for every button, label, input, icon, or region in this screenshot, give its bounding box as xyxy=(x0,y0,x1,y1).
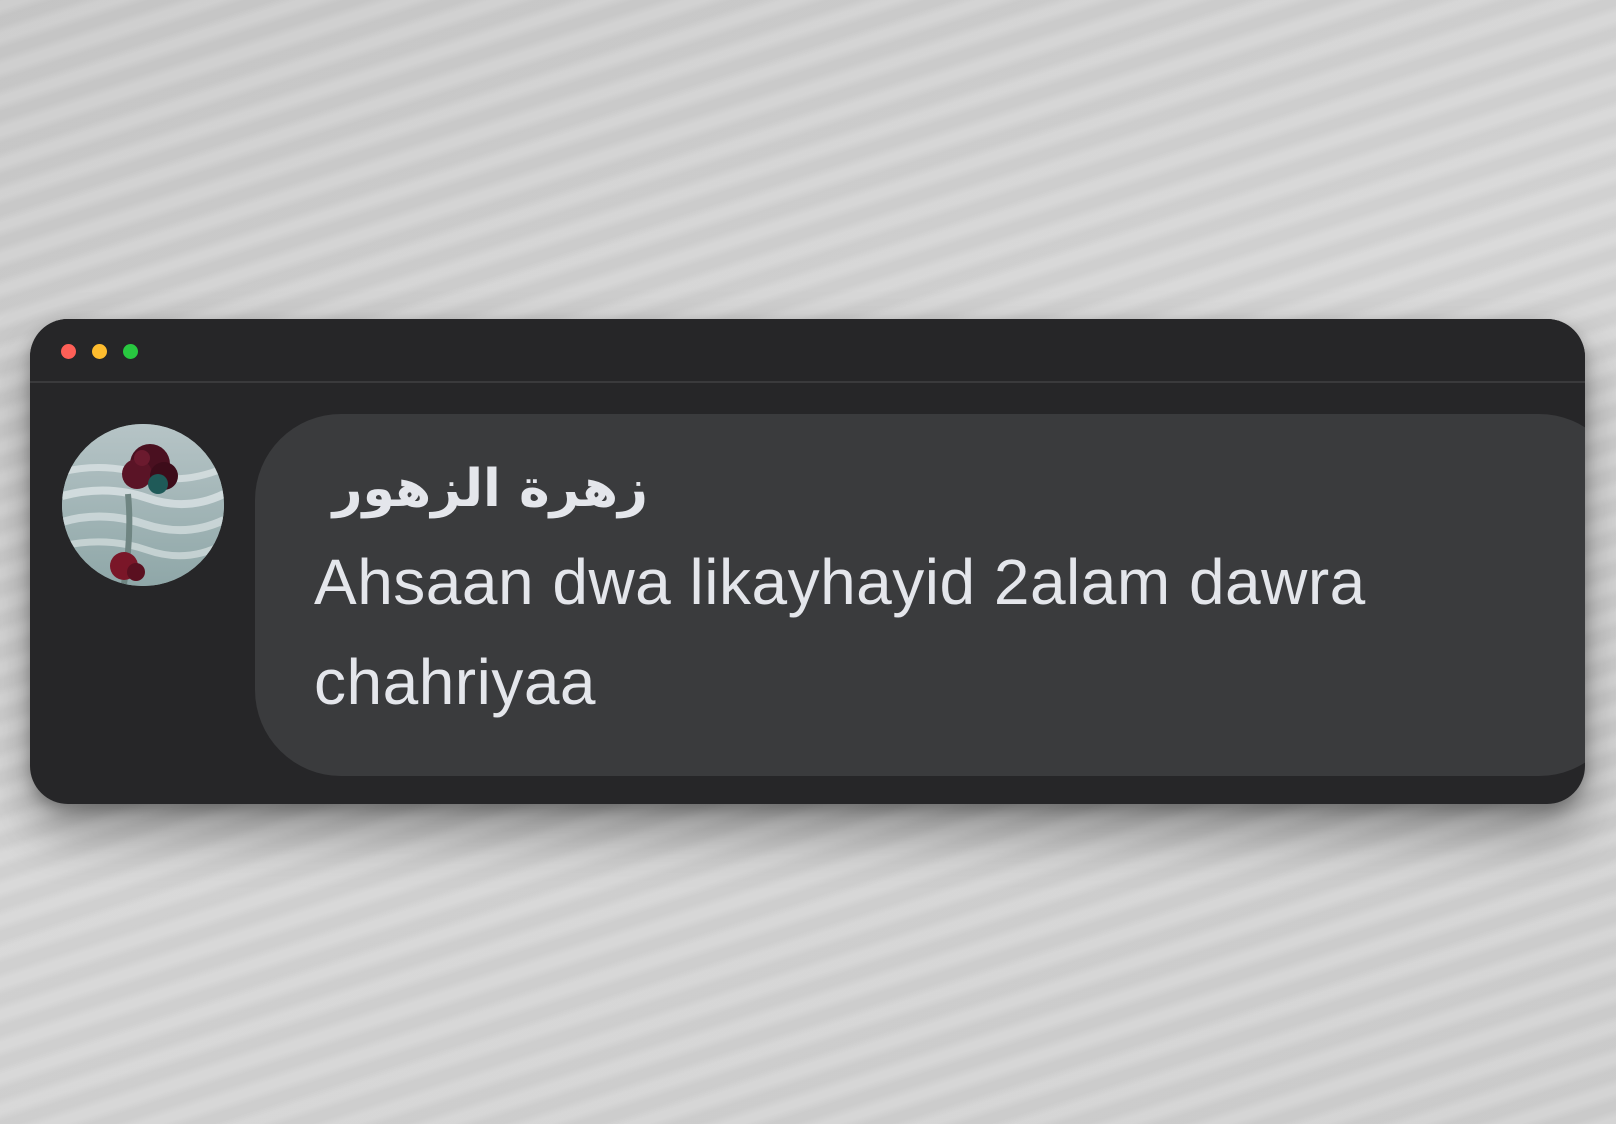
window-titlebar xyxy=(30,319,1585,383)
comment-author-name[interactable]: زهرة الزهور xyxy=(318,449,648,529)
app-window: زهرة الزهور Ahsaan dwa likayhayid 2alam … xyxy=(30,319,1585,804)
next-line-fragment xyxy=(314,796,1554,804)
next-line-cutoff xyxy=(314,796,1554,804)
flower-avatar-icon xyxy=(62,424,224,586)
minimize-window-button[interactable] xyxy=(92,344,107,359)
avatar[interactable] xyxy=(62,424,224,586)
comment-text: Ahsaan dwa likayhayid 2alam dawra chahri… xyxy=(314,546,1366,718)
maximize-window-button[interactable] xyxy=(123,344,138,359)
close-window-button[interactable] xyxy=(61,344,76,359)
